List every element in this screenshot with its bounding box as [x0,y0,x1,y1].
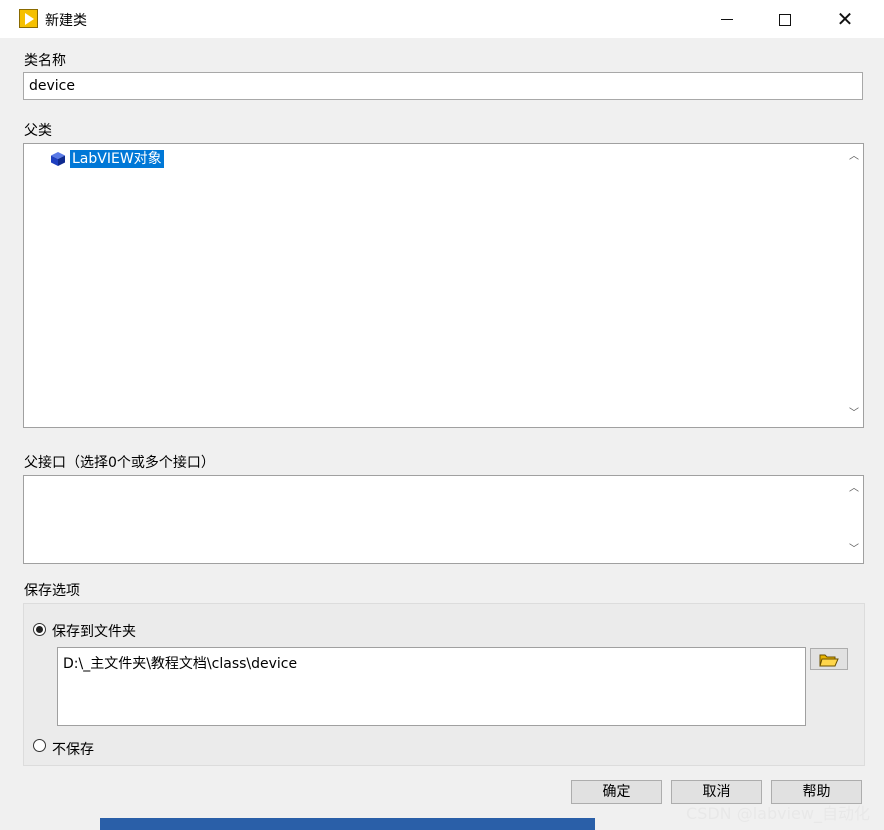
folder-open-icon [819,654,839,667]
parent-class-label: 父类 [24,123,52,139]
scroll-down-icon[interactable]: ﹀ [845,405,863,423]
close-button[interactable]: ✕ [814,0,876,38]
class-name-value: device [29,78,75,94]
save-options-label: 保存选项 [24,583,80,599]
save-to-folder-radio[interactable] [33,623,46,636]
parent-interfaces-label: 父接口（选择0个或多个接口） [24,455,215,471]
parent-class-tree[interactable]: LabVIEW对象 ︿ ﹀ [23,143,864,428]
tree-item-labview-object[interactable]: LabVIEW对象 [50,149,164,169]
radio-selected-dot [36,626,43,633]
save-path-field[interactable]: D:\_主文件夹\教程文档\class\device [57,647,806,726]
tree-item-label: LabVIEW对象 [70,150,164,168]
parent-class-scrollbar[interactable]: ︿ ﹀ [845,144,863,427]
no-save-radio[interactable] [33,739,46,752]
title-bar[interactable]: 新建类 ✕ [0,0,884,38]
scroll-up-icon[interactable]: ︿ [845,480,863,498]
save-to-folder-label[interactable]: 保存到文件夹 [52,621,136,641]
window-title: 新建类 [45,13,87,29]
no-save-label[interactable]: 不保存 [52,739,94,759]
save-options-group: 保存到文件夹 D:\_主文件夹\教程文档\class\device 不保存 [23,603,865,766]
minimize-button[interactable] [698,0,756,38]
browse-folder-button[interactable] [810,648,848,670]
save-path-value: D:\_主文件夹\教程文档\class\device [63,656,298,672]
class-name-input[interactable]: device [23,72,863,100]
scroll-up-icon[interactable]: ︿ [845,148,863,166]
labview-app-icon [19,9,38,28]
watermark-text: CSDN @labview_自动化 [686,804,870,823]
background-taskbar-strip [100,818,595,830]
ok-button[interactable]: 确定 [571,780,662,804]
parent-interfaces-list[interactable]: ︿ ﹀ [23,475,864,564]
close-icon: ✕ [836,7,854,31]
scroll-down-icon[interactable]: ﹀ [845,541,863,559]
minimize-icon [721,19,733,20]
parent-interfaces-scrollbar[interactable]: ︿ ﹀ [845,476,863,563]
maximize-icon [779,13,791,26]
maximize-button[interactable] [756,0,814,38]
class-name-label: 类名称 [24,53,66,69]
blue-cube-icon [51,152,65,166]
